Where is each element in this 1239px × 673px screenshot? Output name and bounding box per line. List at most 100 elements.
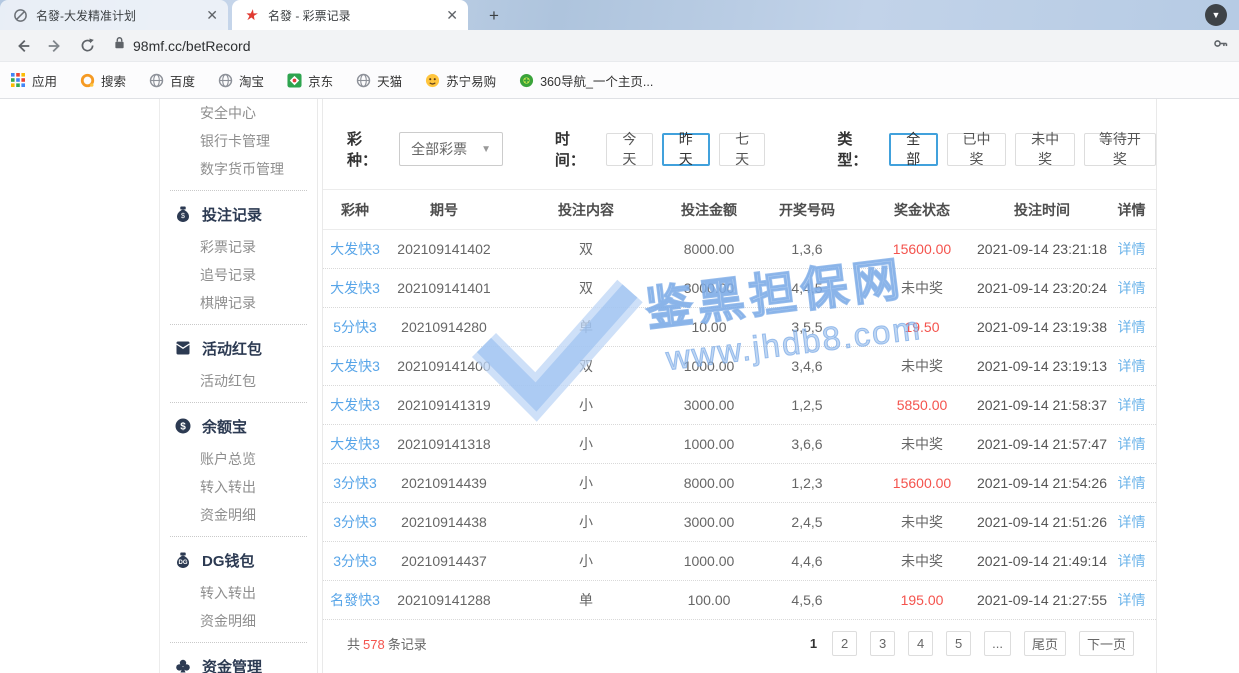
bookmark-taobao[interactable]: 淘宝 [217, 71, 264, 90]
browser-profile-button[interactable]: ▼ [1205, 4, 1227, 26]
sidebar-header-yuebao[interactable]: $ 余额宝 [160, 410, 317, 442]
page-button[interactable]: 4 [908, 631, 933, 656]
bookmark-360nav[interactable]: 360导航_一个主页... [518, 71, 653, 90]
prize-status-cell: 未中奖 [867, 512, 977, 532]
sidebar-item[interactable]: 资金明细 [160, 607, 317, 635]
detail-link[interactable]: 详情 [1107, 590, 1156, 610]
sidebar-item[interactable]: 彩票记录 [160, 233, 317, 261]
detail-link[interactable]: 详情 [1107, 278, 1156, 298]
sidebar-item[interactable]: 安全中心 [160, 99, 317, 127]
time-filter-button[interactable]: 七天 [719, 133, 765, 166]
globe-icon [148, 72, 164, 88]
time-filter-label: 时间： [555, 128, 597, 170]
sidebar-item[interactable]: 银行卡管理 [160, 127, 317, 155]
time-filter-button[interactable]: 今天 [606, 133, 652, 166]
lottery-link[interactable]: 3分快3 [323, 473, 387, 493]
svg-text:$: $ [180, 421, 186, 432]
detail-link[interactable]: 详情 [1107, 434, 1156, 454]
dg-wallet-icon: DG [174, 551, 192, 569]
content-cell: 小 [501, 551, 671, 571]
bookmark-baidu[interactable]: 百度 [148, 71, 195, 90]
page-button[interactable]: 尾页 [1024, 631, 1066, 656]
lottery-link[interactable]: 3分快3 [323, 551, 387, 571]
refresh-icon[interactable] [74, 33, 100, 59]
sidebar-item[interactable]: 账户总览 [160, 445, 317, 473]
lottery-select-value: 全部彩票 [411, 139, 467, 159]
sidebar-item[interactable]: 棋牌记录 [160, 289, 317, 317]
sidebar-header-funds[interactable]: 资金管理 [160, 650, 317, 673]
lock-icon [114, 36, 125, 55]
type-filter-button[interactable]: 全部 [889, 133, 938, 166]
lottery-link[interactable]: 名發快3 [323, 590, 387, 610]
page-button[interactable]: 2 [832, 631, 857, 656]
divider [170, 642, 307, 643]
page-buttons: 1 2345...尾页下一页 [810, 631, 1134, 656]
detail-link[interactable]: 详情 [1107, 239, 1156, 259]
sidebar-item[interactable]: 转入转出 [160, 579, 317, 607]
lottery-link[interactable]: 3分快3 [323, 512, 387, 532]
pagination: 共578条记录 1 2345...尾页下一页 [323, 620, 1156, 666]
detail-link[interactable]: 详情 [1107, 473, 1156, 493]
detail-link[interactable]: 详情 [1107, 317, 1156, 337]
key-icon[interactable] [1212, 35, 1229, 57]
sidebar-header-bet-records[interactable]: $ 投注记录 [160, 198, 317, 230]
lottery-link[interactable]: 大发快3 [323, 278, 387, 298]
new-tab-button[interactable]: + [482, 4, 506, 28]
sidebar-item[interactable]: 资金明细 [160, 501, 317, 529]
prize-status-cell: 195.00 [867, 592, 977, 608]
content-cell: 双 [501, 239, 671, 259]
page-button[interactable]: 5 [946, 631, 971, 656]
omnibox[interactable]: 98mf.cc/betRecord [114, 35, 1229, 57]
lottery-link[interactable]: 大发快3 [323, 395, 387, 415]
forward-icon[interactable] [42, 33, 68, 59]
time-filter-button[interactable]: 昨天 [662, 133, 710, 166]
sidebar: 安全中心银行卡管理数字货币管理 $ 投注记录 彩票记录追号记录棋牌记录 活动红包… [160, 99, 318, 673]
period-cell: 20210914437 [387, 553, 501, 569]
tab-close-icon[interactable]: ✕ [206, 7, 218, 24]
detail-link[interactable]: 详情 [1107, 512, 1156, 532]
sidebar-item[interactable]: 转入转出 [160, 473, 317, 501]
bet-record-panel: 彩种： 全部彩票 ▼ 时间： 今天昨天七天 类型： 全部已中奖未中奖等待开奖 [322, 99, 1157, 673]
type-filter-button[interactable]: 未中奖 [1015, 133, 1075, 166]
amount-cell: 100.00 [671, 592, 747, 608]
sidebar-item[interactable]: 数字货币管理 [160, 155, 317, 183]
back-icon[interactable] [10, 33, 36, 59]
numbers-cell: 1,3,6 [747, 241, 867, 257]
browser-tab-plan[interactable]: 名發-大发精准计划 ✕ [0, 0, 228, 30]
tab-close-icon[interactable]: ✕ [446, 7, 458, 24]
bookmark-apps[interactable]: 应用 [10, 71, 57, 90]
detail-link[interactable]: 详情 [1107, 356, 1156, 376]
page-button[interactable]: 下一页 [1079, 631, 1134, 656]
lottery-link[interactable]: 大发快3 [323, 356, 387, 376]
bookmark-search[interactable]: 搜索 [79, 71, 126, 90]
sidebar-header-dg-wallet[interactable]: DG DG钱包 [160, 544, 317, 576]
time-cell: 2021-09-14 21:27:55 [977, 592, 1107, 608]
sidebar-header-red-packet[interactable]: 活动红包 [160, 332, 317, 364]
slash-circle-icon [12, 7, 28, 23]
lottery-link[interactable]: 5分快3 [323, 317, 387, 337]
numbers-cell: 3,5,5 [747, 319, 867, 335]
type-filter-button[interactable]: 已中奖 [947, 133, 1007, 166]
detail-link[interactable]: 详情 [1107, 551, 1156, 571]
content-cell: 小 [501, 395, 671, 415]
sidebar-item[interactable]: 追号记录 [160, 261, 317, 289]
page-button[interactable]: 3 [870, 631, 895, 656]
detail-link[interactable]: 详情 [1107, 395, 1156, 415]
sidebar-item[interactable]: 活动红包 [160, 367, 317, 395]
lottery-link[interactable]: 大发快3 [323, 434, 387, 454]
table-row: 大发快3 202109141401 双 3000.00 4,4,5 未中奖 20… [323, 269, 1156, 308]
lottery-link[interactable]: 大发快3 [323, 239, 387, 259]
prize-status-cell: 15600.00 [867, 241, 977, 257]
type-filter-button[interactable]: 等待开奖 [1084, 133, 1156, 166]
bookmark-suning[interactable]: 苏宁易购 [424, 71, 496, 90]
sidebar-header-label: 资金管理 [202, 656, 262, 673]
browser-tab-bet-record[interactable]: ★ 名發 - 彩票记录 ✕ [232, 0, 468, 30]
bookmark-jd[interactable]: 京东 [286, 71, 333, 90]
bookmark-tmall[interactable]: 天猫 [355, 71, 402, 90]
table-body: 大发快3 202109141402 双 8000.00 1,3,6 15600.… [323, 230, 1156, 620]
amount-cell: 1000.00 [671, 553, 747, 569]
page-button[interactable]: ... [984, 631, 1011, 656]
lottery-select[interactable]: 全部彩票 ▼ [399, 132, 503, 166]
prize-status-cell: 5850.00 [867, 397, 977, 413]
bookmark-label: 淘宝 [239, 71, 264, 90]
